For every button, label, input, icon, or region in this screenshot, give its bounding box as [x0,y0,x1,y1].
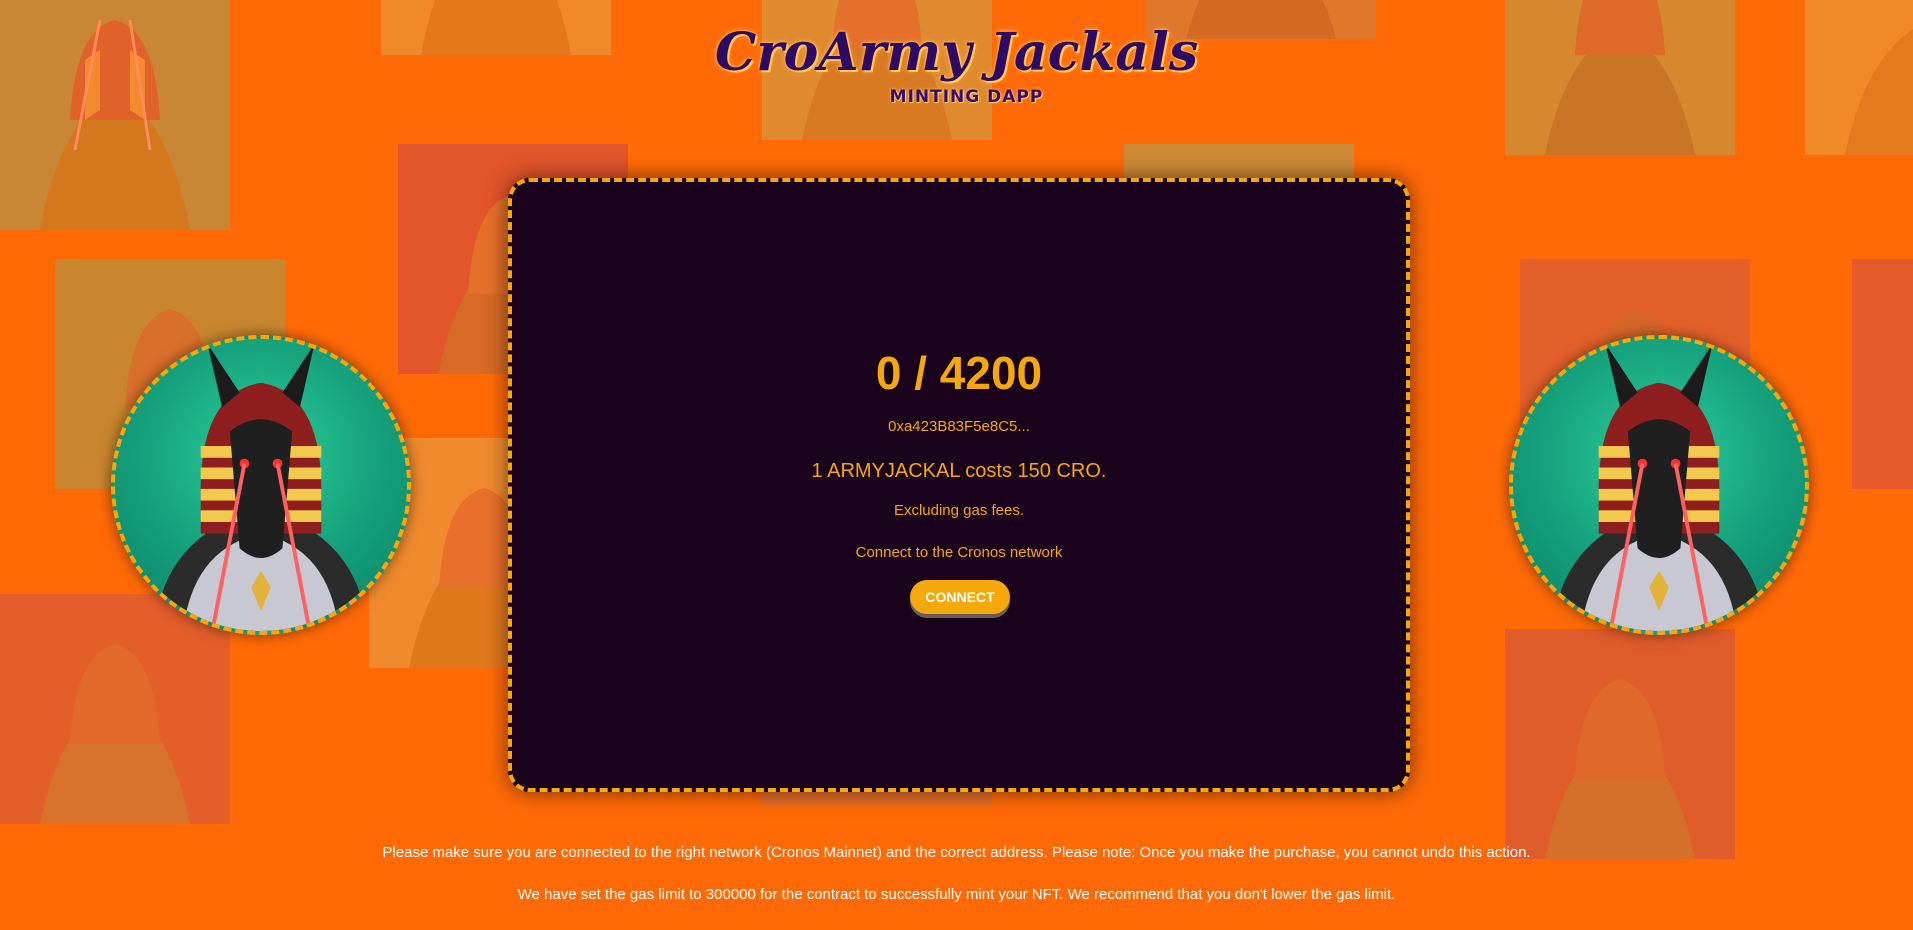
mint-panel: 0 / 4200 0xa423B83F5e8C5... 1 ARMYJACKAL… [508,178,1410,792]
contract-address-link[interactable]: 0xa423B83F5e8C5... [512,418,1406,435]
jackal-pharaoh-icon [1551,343,1767,631]
background-tile [1505,629,1735,859]
header-logo: CroArmy Jackals MINTING DAPP [0,22,1913,107]
background-tile [1852,259,1913,489]
network-prompt: Connect to the Cronos network [855,544,1063,561]
logo-subtitle: MINTING DAPP [889,87,1044,107]
background-tile [0,594,230,824]
jackal-avatar-left [111,335,411,635]
jackal-avatar-right [1509,335,1809,635]
jackal-pharaoh-icon [153,343,369,631]
supply-counter: 0 / 4200 [875,347,1043,399]
connect-button[interactable]: CONNECT [910,580,1010,614]
gas-note: Excluding gas fees. [893,502,1025,519]
gas-limit-notice: We have set the gas limit to 300000 for … [517,886,1396,903]
network-notice: Please make sure you are connected to th… [382,844,1531,861]
price-text: 1 ARMYJACKAL costs 150 CRO. [811,460,1107,482]
logo-title: CroArmy Jackals [714,22,1199,83]
